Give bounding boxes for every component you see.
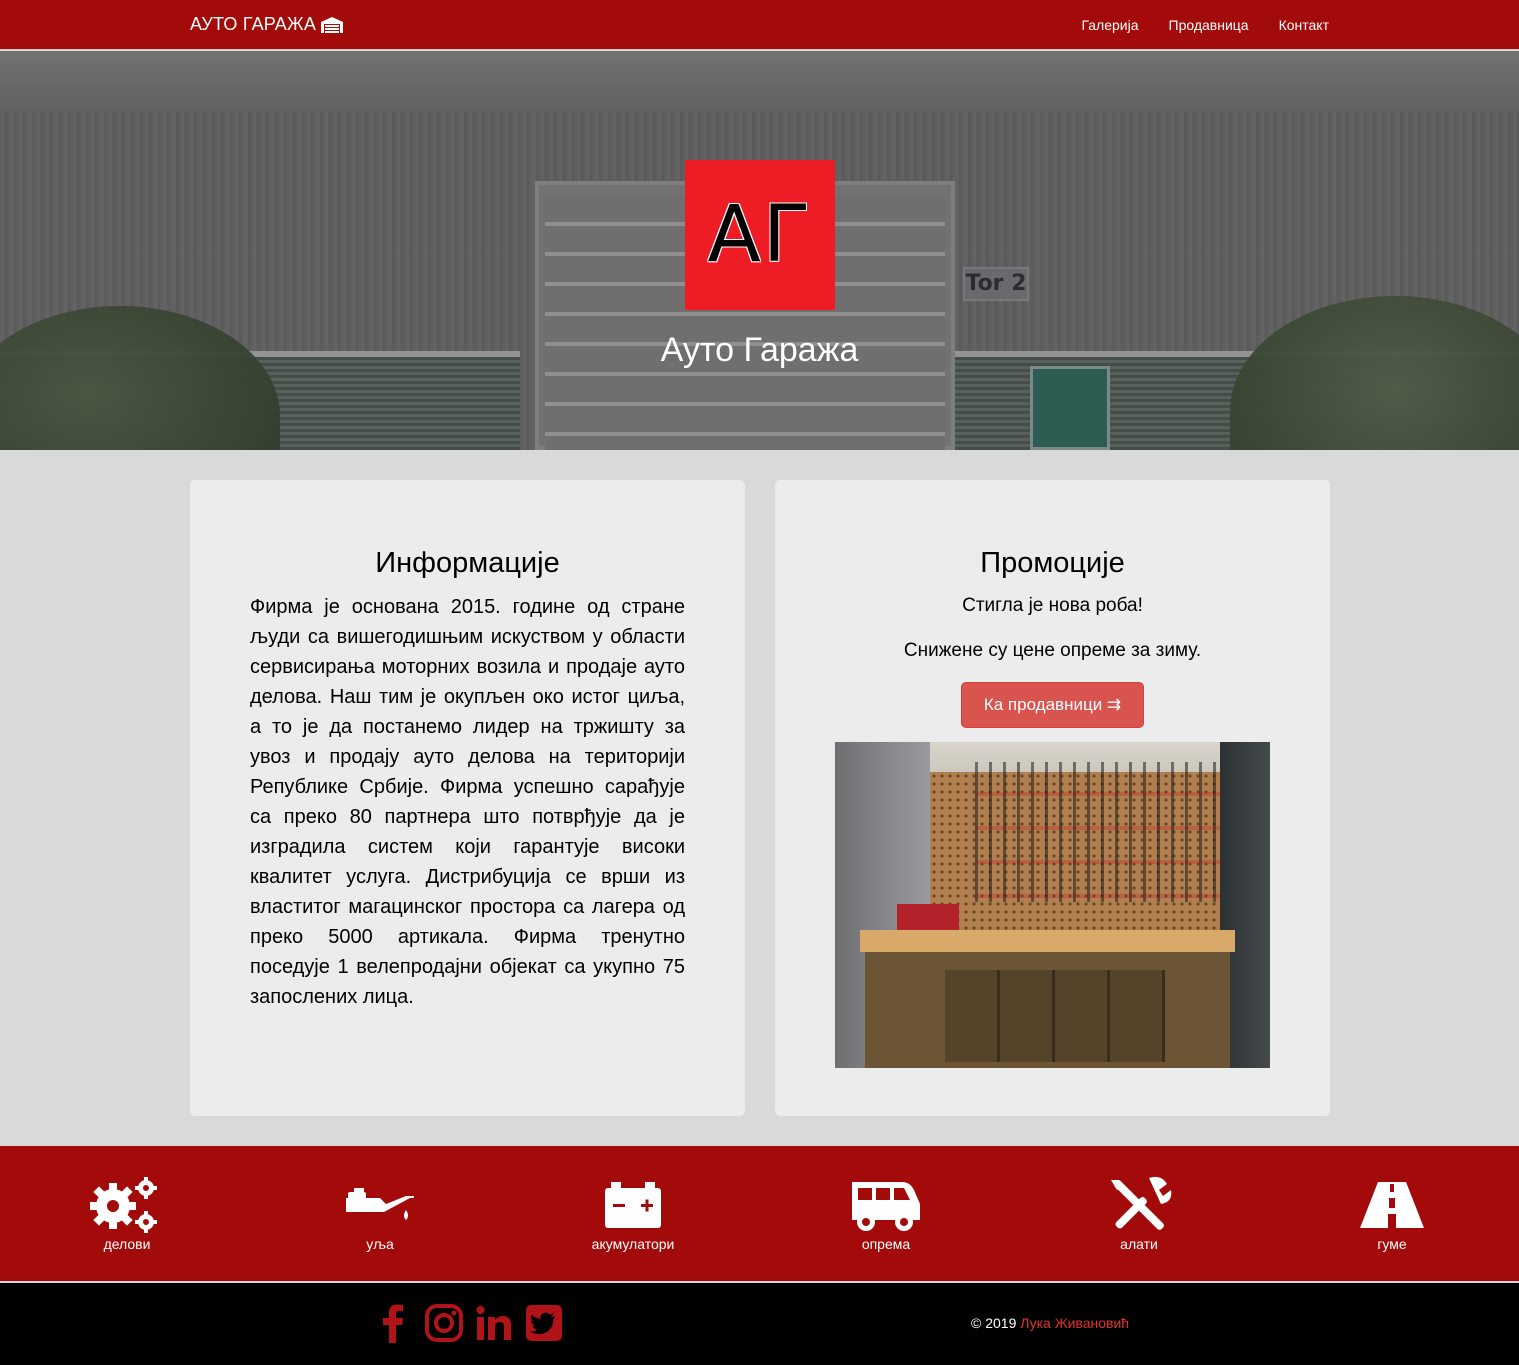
logo-text: АГ (707, 190, 813, 280)
nav-link-contact[interactable]: Контакт (1279, 17, 1329, 33)
info-heading: Информације (375, 547, 560, 579)
footer: © 2019 Лука Живановић (0, 1283, 1519, 1365)
gears-icon (90, 1177, 157, 1233)
promo-heading: Промоције (980, 547, 1125, 579)
category-oils[interactable]: уља (310, 1176, 450, 1252)
info-card: Информације Фирма је основана 2015. годи… (190, 480, 745, 1116)
facebook-link[interactable] (374, 1303, 414, 1343)
nav-link-gallery[interactable]: Галерија (1081, 17, 1138, 33)
navbar: АУТО ГАРАЖА Галерија Продавница Контакт (0, 0, 1519, 50)
workshop-toolbox (897, 904, 959, 932)
category-tools[interactable]: алати (1069, 1176, 1209, 1252)
van-icon (852, 1182, 920, 1231)
promo-line-2: Снижене су цене опреме за зиму. (903, 640, 1202, 661)
company-logo: АГ (685, 160, 835, 310)
battery-icon (605, 1182, 661, 1228)
category-label: акумулатори (591, 1236, 675, 1252)
workshop-tools (975, 762, 1235, 902)
road-icon (1360, 1182, 1424, 1228)
twitter-icon (526, 1305, 562, 1341)
twitter-link[interactable] (524, 1303, 564, 1343)
workshop-cabinet-doors (945, 970, 1165, 1062)
author-link[interactable]: Лука Живановић (1020, 1315, 1129, 1331)
oil-can-icon (346, 1188, 414, 1220)
instagram-link[interactable] (424, 1303, 464, 1343)
category-label: делови (103, 1236, 151, 1252)
copyright-text: © 2019 (971, 1315, 1021, 1331)
category-label: гуме (1377, 1236, 1407, 1252)
nav-link-shop[interactable]: Продавница (1169, 17, 1249, 33)
tools-icon (1111, 1176, 1172, 1230)
workshop-image (835, 742, 1270, 1068)
category-batteries[interactable]: акумулатори (563, 1176, 703, 1252)
to-shop-button[interactable]: Ка продавници ⇉ (961, 682, 1144, 728)
category-tires[interactable]: гуме (1322, 1176, 1462, 1252)
category-label: опрема (861, 1236, 911, 1252)
garage-icon (321, 16, 344, 33)
brand-text: АУТО ГАРАЖА (190, 14, 317, 34)
promo-card: Промоције Стигла је нова роба! Снижене с… (775, 480, 1330, 1116)
category-bar: делови уља акумулатори опрема алати гуме (0, 1146, 1519, 1282)
category-label: уља (366, 1236, 394, 1252)
facebook-icon (383, 1304, 403, 1343)
nav-links: Галерија Продавница Контакт (1081, 17, 1329, 33)
hero-title: Ауто Гаража (660, 331, 859, 369)
category-parts[interactable]: делови (57, 1176, 197, 1252)
copyright: © 2019 Лука Живановић (971, 1315, 1129, 1331)
linkedin-icon (476, 1306, 511, 1340)
info-text: Фирма је основана 2015. године од стране… (250, 596, 685, 1008)
category-equipment[interactable]: опрема (816, 1176, 956, 1252)
promo-line-1: Стигла је нова роба! (962, 595, 1143, 616)
hero-banner: Tor 2 АГ Ауто Гаража (0, 51, 1519, 450)
workshop-bench-top (860, 930, 1235, 952)
linkedin-link[interactable] (474, 1303, 514, 1343)
instagram-icon (425, 1304, 463, 1342)
social-links (374, 1303, 564, 1343)
brand-link[interactable]: АУТО ГАРАЖА (190, 14, 344, 35)
category-label: алати (1120, 1236, 1158, 1252)
